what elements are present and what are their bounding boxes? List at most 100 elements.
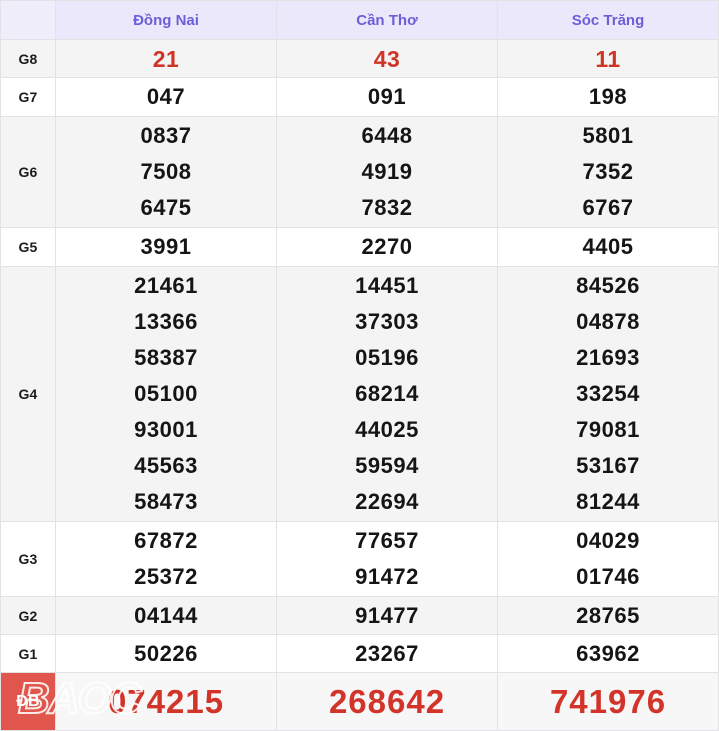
prize-cell-db-dong-nai: 074215	[55, 672, 277, 731]
prize-cell-g4-can-tho: 14451 37303 05196 68214 44025 59594 2269…	[276, 266, 498, 522]
prize-number: 268642	[328, 682, 446, 720]
prize-cell-g5-dong-nai: 3991	[55, 227, 277, 267]
prize-number: 43	[373, 45, 401, 72]
prize-label-g5: G5	[0, 227, 56, 267]
table-body: G8 21 43 11 G7 047 091 198 G6 0837 7508 …	[0, 39, 719, 731]
prize-number: 91477	[355, 602, 419, 628]
prize-number: 05100	[134, 381, 198, 406]
prize-number: 21693	[576, 345, 640, 370]
prize-number: 04029	[576, 528, 640, 553]
prize-cell-g6-soc-trang: 5801 7352 6767	[497, 116, 719, 228]
table-row: G6 0837 7508 6475 6448 4919 7832 5801 73…	[0, 116, 719, 228]
prize-number: 7352	[582, 159, 634, 184]
prize-cell-db-can-tho: 268642	[276, 672, 498, 731]
prize-cell-g8-can-tho: 43	[276, 39, 498, 78]
prize-number: 04878	[576, 309, 640, 334]
prize-number: 91472	[355, 564, 419, 589]
prize-number: 84526	[576, 273, 640, 298]
prize-cell-g3-dong-nai: 67872 25372	[55, 521, 277, 597]
prize-number: 091	[367, 84, 407, 109]
prize-number: 37303	[355, 309, 419, 334]
prize-number: 68214	[355, 381, 419, 406]
table-row: G4 21461 13366 58387 05100 93001 45563 5…	[0, 266, 719, 522]
table-row-special: ĐB 074215 268642 741976	[0, 672, 719, 731]
prize-number: 21	[152, 45, 180, 72]
prize-number: 22694	[355, 489, 419, 514]
prize-number: 53167	[576, 453, 640, 478]
prize-cell-g1-soc-trang: 63962	[497, 634, 719, 673]
lottery-results-table: Đồng Nai Cần Thơ Sóc Trăng G8 21 43 11 G…	[0, 0, 719, 731]
prize-cell-g1-dong-nai: 50226	[55, 634, 277, 673]
header-row: Đồng Nai Cần Thơ Sóc Trăng	[0, 0, 719, 40]
prize-cell-g2-soc-trang: 28765	[497, 596, 719, 635]
prize-cell-g6-can-tho: 6448 4919 7832	[276, 116, 498, 228]
prize-label-g1: G1	[0, 634, 56, 673]
prize-number: 33254	[576, 381, 640, 406]
prize-number: 45563	[134, 453, 198, 478]
prize-number: 81244	[576, 489, 640, 514]
prize-cell-g6-dong-nai: 0837 7508 6475	[55, 116, 277, 228]
prize-label-g3: G3	[0, 521, 56, 597]
prize-label-g4: G4	[0, 266, 56, 522]
header-province-dong-nai[interactable]: Đồng Nai	[55, 0, 277, 40]
prize-number: 21461	[134, 273, 198, 298]
prize-cell-db-soc-trang: 741976	[497, 672, 719, 731]
prize-number: 4919	[361, 159, 413, 184]
prize-number: 198	[588, 84, 628, 109]
prize-number: 047	[146, 84, 186, 109]
prize-number: 25372	[134, 564, 198, 589]
prize-number: 4405	[582, 234, 634, 259]
prize-label-g2: G2	[0, 596, 56, 635]
prize-label-g8: G8	[0, 39, 56, 78]
prize-number: 6475	[140, 195, 192, 220]
prize-number: 6767	[582, 195, 634, 220]
prize-number: 59594	[355, 453, 419, 478]
prize-label-g7: G7	[0, 77, 56, 117]
prize-number: 77657	[355, 528, 419, 553]
table-row: G2 04144 91477 28765	[0, 596, 719, 635]
prize-cell-g7-soc-trang: 198	[497, 77, 719, 117]
prize-cell-g7-dong-nai: 047	[55, 77, 277, 117]
prize-cell-g4-dong-nai: 21461 13366 58387 05100 93001 45563 5847…	[55, 266, 277, 522]
prize-number: 67872	[134, 528, 198, 553]
header-province-can-tho[interactable]: Cần Thơ	[276, 0, 498, 40]
prize-number: 28765	[576, 602, 640, 628]
prize-number: 05196	[355, 345, 419, 370]
prize-cell-g5-soc-trang: 4405	[497, 227, 719, 267]
prize-number: 7832	[361, 195, 413, 220]
table-row: G1 50226 23267 63962	[0, 634, 719, 673]
prize-cell-g8-dong-nai: 21	[55, 39, 277, 78]
prize-number: 93001	[134, 417, 198, 442]
prize-number: 0837	[140, 123, 192, 148]
header-province-soc-trang[interactable]: Sóc Trăng	[497, 0, 719, 40]
prize-number: 63962	[576, 640, 640, 666]
prize-number: 13366	[134, 309, 198, 334]
table-header: Đồng Nai Cần Thơ Sóc Trăng	[0, 0, 719, 40]
prize-number: 44025	[355, 417, 419, 442]
prize-cell-g1-can-tho: 23267	[276, 634, 498, 673]
prize-number: 58387	[134, 345, 198, 370]
page-wrapper: Đồng Nai Cần Thơ Sóc Trăng G8 21 43 11 G…	[0, 0, 719, 731]
prize-number: 7508	[140, 159, 192, 184]
prize-number: 3991	[140, 234, 192, 259]
prize-label-g6: G6	[0, 116, 56, 228]
prize-number: 14451	[355, 273, 419, 298]
table-row: G5 3991 2270 4405	[0, 227, 719, 267]
prize-cell-g2-can-tho: 91477	[276, 596, 498, 635]
prize-number: 074215	[107, 682, 225, 720]
prize-number: 23267	[355, 640, 419, 666]
prize-cell-g7-can-tho: 091	[276, 77, 498, 117]
prize-number: 6448	[361, 123, 413, 148]
prize-label-db: ĐB	[0, 672, 56, 731]
prize-cell-g2-dong-nai: 04144	[55, 596, 277, 635]
header-corner-cell	[0, 0, 56, 40]
table-row: G8 21 43 11	[0, 39, 719, 78]
prize-number: 58473	[134, 489, 198, 514]
prize-number: 01746	[576, 564, 640, 589]
table-row: G3 67872 25372 77657 91472 04029 01746	[0, 521, 719, 597]
prize-number: 741976	[549, 682, 667, 720]
prize-cell-g4-soc-trang: 84526 04878 21693 33254 79081 53167 8124…	[497, 266, 719, 522]
prize-number: 5801	[582, 123, 634, 148]
table-row: G7 047 091 198	[0, 77, 719, 117]
prize-number: 04144	[134, 602, 198, 628]
